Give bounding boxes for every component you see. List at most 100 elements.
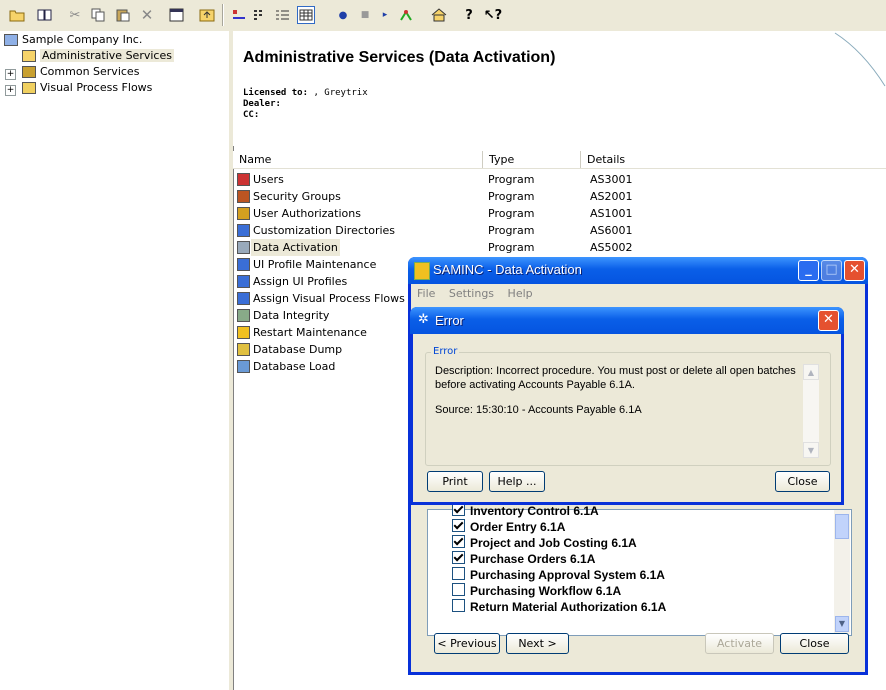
- scroll-down-icon[interactable]: ▼: [835, 616, 849, 632]
- help-button[interactable]: Help ...: [489, 471, 545, 492]
- arrow-icon[interactable]: ▸: [376, 6, 394, 24]
- help-icon[interactable]: ?: [460, 6, 478, 24]
- list-item-name: Assign UI Profiles: [253, 275, 348, 288]
- list-item[interactable]: Data Activation Program AS5002: [233, 239, 886, 256]
- scroll-up-icon[interactable]: ▲: [803, 364, 819, 380]
- list-item-type: Program: [488, 173, 535, 186]
- copy-icon[interactable]: [90, 6, 108, 24]
- details-view-icon[interactable]: [297, 6, 315, 24]
- paste-icon[interactable]: [114, 6, 132, 24]
- expand-icon[interactable]: +: [5, 69, 16, 80]
- list-item-name: Database Dump: [253, 343, 343, 356]
- small-icons-icon[interactable]: [252, 6, 270, 24]
- error-description: Description: Incorrect procedure. You mu…: [435, 365, 796, 391]
- menu-settings[interactable]: Settings: [449, 287, 494, 300]
- list-item-name: Assign Visual Process Flows: [253, 292, 405, 305]
- toolbar-separator: [222, 4, 223, 26]
- error-close-button[interactable]: Close: [775, 471, 830, 492]
- column-header-type[interactable]: Type: [483, 151, 581, 168]
- previous-button[interactable]: < Previous: [434, 633, 500, 654]
- error-app-icon: ✲: [418, 312, 429, 327]
- module-label: Project and Job Costing 6.1A: [470, 536, 637, 550]
- activation-close-button[interactable]: Close: [780, 633, 849, 654]
- book-icon[interactable]: [36, 6, 54, 24]
- error-body: Error Description: Incorrect procedure. …: [413, 334, 841, 502]
- list-item-type: Program: [488, 241, 535, 254]
- list-item-name: Security Groups: [253, 190, 341, 203]
- maximize-button[interactable]: □: [821, 260, 842, 281]
- checkbox-unchecked-icon[interactable]: [452, 599, 465, 612]
- tree-item-visual-process-flows[interactable]: Visual Process Flows: [22, 80, 152, 96]
- customization-icon: [237, 224, 250, 237]
- home-icon[interactable]: [430, 6, 448, 24]
- header-decoration: [834, 32, 886, 87]
- list-item-name: Users: [253, 173, 284, 186]
- list-item-details: AS5002: [590, 241, 633, 254]
- restart-icon: [237, 326, 250, 339]
- list-view-icon[interactable]: [274, 6, 292, 24]
- open-folder-icon[interactable]: [8, 6, 26, 24]
- licensed-label: Licensed to:: [243, 88, 309, 98]
- list-item-details: AS1001: [590, 207, 633, 220]
- scroll-down-icon[interactable]: ▼: [803, 442, 819, 458]
- close-window-button[interactable]: ✕: [844, 260, 865, 281]
- data-activation-icon: [237, 241, 250, 254]
- module-scrollbar[interactable]: ▼: [834, 510, 850, 634]
- activate-button[interactable]: Activate: [705, 633, 774, 654]
- dot-icon[interactable]: ●: [334, 6, 352, 24]
- module-label: Purchase Orders 6.1A: [470, 552, 596, 566]
- up-folder-icon[interactable]: [198, 6, 216, 24]
- list-item[interactable]: Users Program AS3001: [233, 171, 886, 188]
- module-checkbox[interactable]: Project and Job Costing 6.1A: [452, 535, 637, 551]
- cut-icon[interactable]: ✂: [66, 6, 84, 24]
- expand-icon[interactable]: +: [5, 85, 16, 96]
- delete-icon[interactable]: ✕: [138, 6, 156, 24]
- menu-file[interactable]: File: [417, 287, 435, 300]
- tree-root[interactable]: Sample Company Inc.: [4, 32, 142, 48]
- module-label: Order Entry 6.1A: [470, 520, 566, 534]
- column-header-details[interactable]: Details: [581, 151, 886, 168]
- list-item-details: AS3001: [590, 173, 633, 186]
- activation-menu-bar: File Settings Help: [411, 284, 865, 303]
- checkbox-checked-icon[interactable]: [452, 519, 465, 532]
- module-checkbox[interactable]: Inventory Control 6.1A: [452, 503, 599, 519]
- module-checkbox[interactable]: Order Entry 6.1A: [452, 519, 565, 535]
- list-header: Name Type Details: [233, 151, 886, 169]
- module-checkbox[interactable]: Purchase Orders 6.1A: [452, 551, 595, 567]
- list-item[interactable]: Security Groups Program AS2001: [233, 188, 886, 205]
- page-title: Administrative Services (Data Activation…: [243, 49, 556, 66]
- column-header-name[interactable]: Name: [233, 151, 483, 168]
- square-icon[interactable]: ■: [356, 6, 374, 24]
- list-item-name: Database Load: [253, 360, 336, 373]
- module-checkbox[interactable]: Purchasing Approval System 6.1A: [452, 567, 665, 583]
- list-item[interactable]: User Authorizations Program AS1001: [233, 205, 886, 222]
- minimize-button[interactable]: _: [798, 260, 819, 281]
- list-item[interactable]: Customization Directories Program AS6001: [233, 222, 886, 239]
- list-item-name: Data Activation: [251, 239, 340, 256]
- company-icon: [4, 34, 18, 46]
- large-icons-icon[interactable]: [230, 6, 248, 24]
- properties-icon[interactable]: [168, 6, 186, 24]
- tree-item-common-services[interactable]: Common Services: [22, 64, 139, 80]
- print-button[interactable]: Print: [427, 471, 483, 492]
- module-list: Inventory Control 6.1A Order Entry 6.1A …: [427, 503, 852, 636]
- checkbox-checked-icon[interactable]: [452, 551, 465, 564]
- checkbox-checked-icon[interactable]: [452, 535, 465, 548]
- tree-item-label: Visual Process Flows: [40, 81, 153, 94]
- list-item-name: Restart Maintenance: [253, 326, 367, 339]
- checkbox-unchecked-icon[interactable]: [452, 567, 465, 580]
- next-button[interactable]: Next >: [506, 633, 569, 654]
- user-authorizations-icon: [237, 207, 250, 220]
- error-close-icon[interactable]: ✕: [818, 310, 839, 331]
- workflow-icon[interactable]: [398, 6, 416, 24]
- tree-item-administrative-services[interactable]: Administrative Services: [22, 48, 174, 64]
- error-scrollbar[interactable]: ▲ ▼: [803, 364, 819, 458]
- list-item-name: User Authorizations: [253, 207, 361, 220]
- module-checkbox[interactable]: Purchasing Workflow 6.1A: [452, 583, 621, 599]
- users-icon: [237, 173, 250, 186]
- context-help-icon[interactable]: ↖?: [484, 6, 502, 24]
- module-checkbox[interactable]: Return Material Authorization 6.1A: [452, 599, 666, 612]
- menu-help[interactable]: Help: [508, 287, 533, 300]
- scrollbar-thumb[interactable]: [835, 514, 849, 539]
- checkbox-unchecked-icon[interactable]: [452, 583, 465, 596]
